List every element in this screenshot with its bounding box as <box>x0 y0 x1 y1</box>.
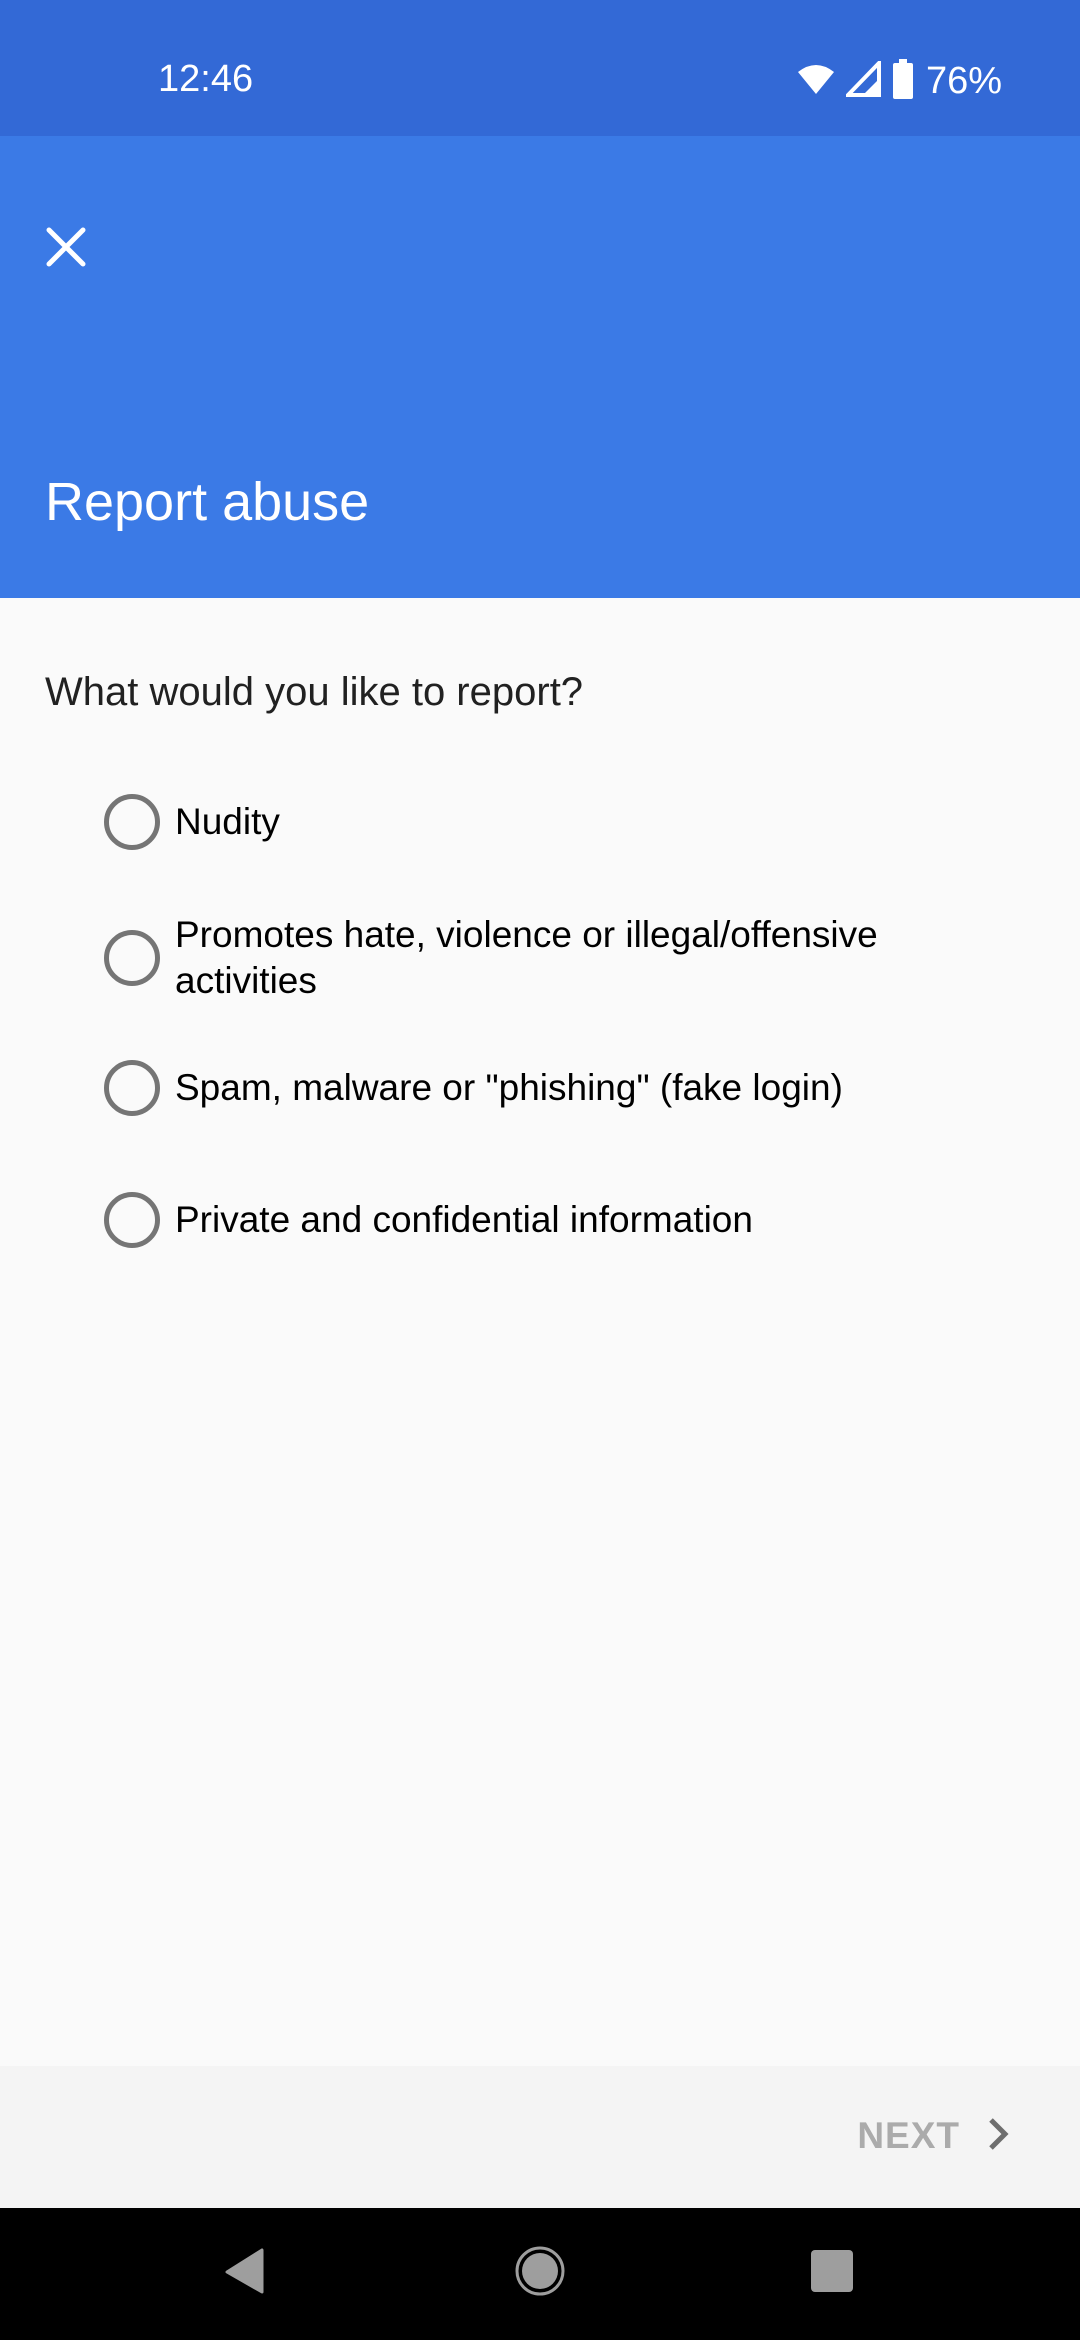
question-label: What would you like to report? <box>45 670 584 714</box>
radio-option-spam-phishing[interactable]: Spam, malware or "phishing" (fake login) <box>104 1060 1004 1116</box>
chevron-right-icon <box>986 2116 1010 2157</box>
radio-button[interactable] <box>104 1192 160 1248</box>
next-label: NEXT <box>857 2115 960 2156</box>
wifi-icon <box>796 62 836 101</box>
radio-button[interactable] <box>104 794 160 850</box>
status-time: 12:46 <box>158 58 254 100</box>
radio-option-hate-violence[interactable]: Promotes hate, violence or illegal/offen… <box>104 912 1004 1004</box>
cell-signal-icon <box>843 57 882 102</box>
radio-button[interactable] <box>104 1060 160 1116</box>
radio-option-private-info[interactable]: Private and confidential information <box>104 1192 1004 1248</box>
radio-option-label: Nudity <box>175 801 280 842</box>
radio-option-label: Promotes hate, violence or illegal/offen… <box>175 914 878 1001</box>
status-bar: 12:46 76% <box>0 0 1080 136</box>
home-icon <box>514 2245 566 2302</box>
close-icon <box>45 226 87 273</box>
report-form: What would you like to report? Nudity Pr… <box>0 598 1080 2066</box>
radio-option-nudity[interactable]: Nudity <box>104 794 1004 850</box>
nav-recents-button[interactable] <box>792 2238 872 2308</box>
recents-icon <box>810 2249 854 2298</box>
page-title: Report abuse <box>45 472 370 532</box>
radio-option-label: Spam, malware or "phishing" (fake login) <box>175 1067 843 1108</box>
app-header: Report abuse <box>0 136 1080 598</box>
next-button[interactable]: NEXT <box>857 2106 1010 2166</box>
footer-bar: NEXT <box>0 2066 1080 2208</box>
radio-option-label: Private and confidential information <box>175 1199 753 1240</box>
back-icon <box>224 2248 266 2299</box>
close-button[interactable] <box>26 209 106 289</box>
radio-button[interactable] <box>104 930 160 986</box>
status-icons: 76% <box>796 57 1002 104</box>
battery-icon <box>892 58 914 104</box>
nav-back-button[interactable] <box>205 2238 285 2308</box>
system-nav-bar <box>0 2208 1080 2340</box>
battery-percent: 76% <box>925 59 1002 102</box>
nav-home-button[interactable] <box>500 2238 580 2308</box>
